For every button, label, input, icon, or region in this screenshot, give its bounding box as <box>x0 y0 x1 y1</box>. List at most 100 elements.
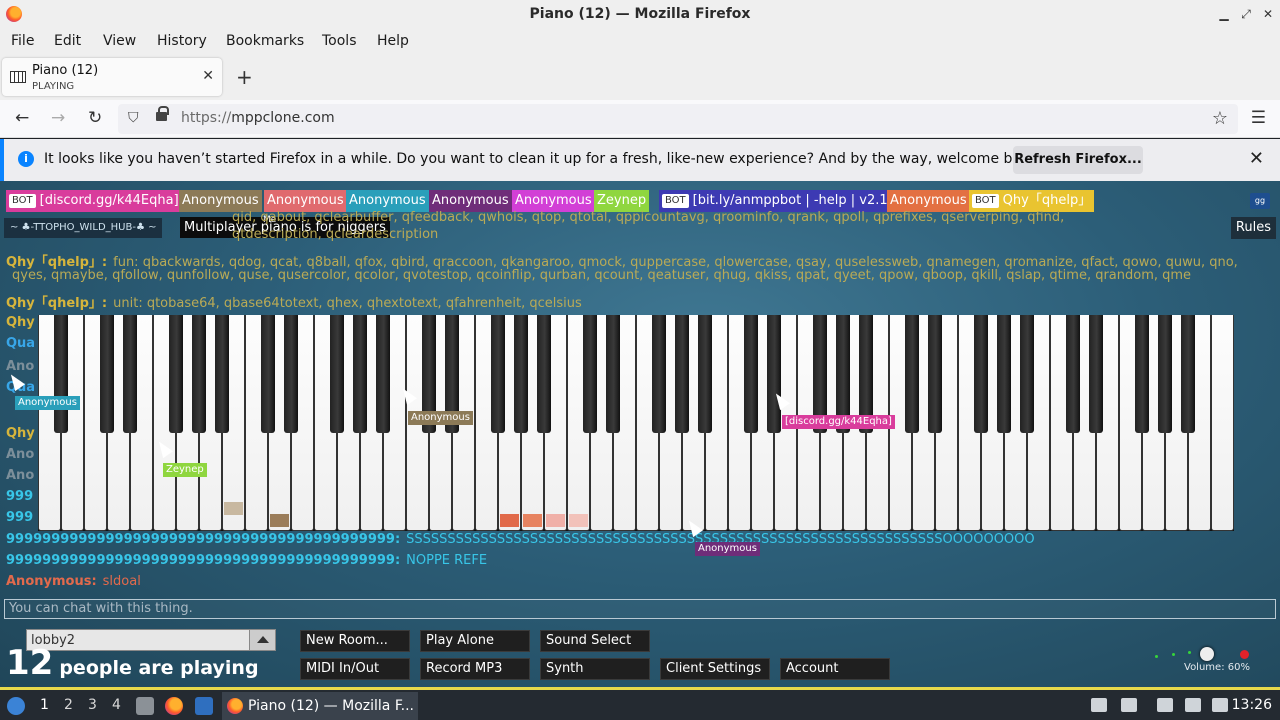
url-bar[interactable]: ⛉ https://mppclone.com ☆ <box>118 104 1238 134</box>
player-6[interactable]: Zeynep <box>594 190 650 212</box>
player-4[interactable]: Anonymous <box>429 190 512 212</box>
black-key[interactable] <box>261 315 275 433</box>
black-key[interactable] <box>1158 315 1172 433</box>
black-key[interactable] <box>606 315 620 433</box>
black-key[interactable] <box>997 315 1011 433</box>
taskbar-firefox-window[interactable]: Piano (12) — Mozilla F... <box>222 692 418 720</box>
player-5[interactable]: Anonymous <box>512 190 595 212</box>
black-key[interactable] <box>353 315 367 433</box>
firefox-launcher-icon[interactable] <box>165 697 183 715</box>
white-key[interactable] <box>1211 315 1234 531</box>
new-room-button[interactable]: New Room... <box>300 630 410 652</box>
play-alone-button[interactable]: Play Alone <box>420 630 530 652</box>
black-key[interactable] <box>974 315 988 433</box>
black-key[interactable] <box>583 315 597 433</box>
terminal-icon[interactable] <box>195 697 213 715</box>
menu-bookmarks[interactable]: Bookmarks <box>226 33 304 49</box>
black-key[interactable] <box>744 315 758 433</box>
player-2[interactable]: Anonymous <box>264 190 347 212</box>
player-0[interactable]: BOT [discord.gg/k44Eqha] <box>6 190 182 212</box>
black-key[interactable] <box>905 315 919 433</box>
menu-help[interactable]: Help <box>377 33 409 49</box>
black-key[interactable] <box>928 315 942 433</box>
volume-control[interactable]: Volume: 60% <box>1150 643 1250 677</box>
tracking-shield-icon[interactable]: ⛉ <box>128 110 139 126</box>
new-tab-icon[interactable]: + <box>236 65 253 89</box>
file-manager-icon[interactable] <box>136 697 154 715</box>
player-7[interactable]: BOT [bit.ly/anmppbot | -help | v2.1] <box>659 190 896 212</box>
refresh-firefox-button[interactable]: Refresh Firefox... <box>1013 146 1143 174</box>
menu-tools[interactable]: Tools <box>322 33 357 49</box>
tab-piano[interactable]: Piano (12) PLAYING ✕ <box>2 58 222 96</box>
black-key[interactable] <box>1066 315 1080 433</box>
black-key[interactable] <box>767 315 781 433</box>
maximize-icon[interactable]: ⤢ <box>1236 4 1256 24</box>
record-mp3-button[interactable]: Record MP3 <box>420 658 530 680</box>
black-key[interactable] <box>652 315 666 433</box>
minimize-icon[interactable]: ▁ <box>1214 4 1234 24</box>
speaker-icon[interactable] <box>1121 698 1137 712</box>
forward-icon[interactable]: → <box>51 108 65 128</box>
network-icon[interactable] <box>1212 698 1228 712</box>
sound-select-button[interactable]: Sound Select <box>540 630 650 652</box>
workspace-2[interactable]: 2 <box>64 697 73 713</box>
synth-button[interactable]: Synth <box>540 658 650 680</box>
lock-icon[interactable] <box>156 106 169 121</box>
workspace-3[interactable]: 3 <box>88 697 97 713</box>
player-name: [bit.ly/anmppbot | -help | v2.1] <box>692 193 893 208</box>
note-highlight <box>224 502 243 515</box>
gg-icon[interactable]: gg <box>1250 193 1270 209</box>
clipboard-icon[interactable] <box>1157 698 1173 712</box>
player-8[interactable]: Anonymous <box>887 190 970 212</box>
black-key[interactable] <box>215 315 229 433</box>
menu-history[interactable]: History <box>157 33 207 49</box>
black-key[interactable] <box>491 315 505 433</box>
piano-keyboard[interactable] <box>38 315 1234 531</box>
black-key[interactable] <box>1135 315 1149 433</box>
workspace-1[interactable]: 1 <box>40 697 49 713</box>
black-key[interactable] <box>675 315 689 433</box>
rules-button[interactable]: Rules <box>1230 217 1276 239</box>
display-icon[interactable] <box>1185 698 1201 712</box>
close-window-icon[interactable]: ✕ <box>1258 4 1278 24</box>
black-key[interactable] <box>284 315 298 433</box>
url-text[interactable]: https://mppclone.com <box>181 110 335 126</box>
black-key[interactable] <box>54 315 68 433</box>
black-key[interactable] <box>1089 315 1103 433</box>
close-notification-icon[interactable]: ✕ <box>1249 148 1264 169</box>
black-key[interactable] <box>192 315 206 433</box>
black-key[interactable] <box>698 315 712 433</box>
menu-file[interactable]: File <box>11 33 34 49</box>
black-key[interactable] <box>100 315 114 433</box>
workspace-4[interactable]: 4 <box>112 697 121 713</box>
bookmark-star-icon[interactable]: ☆ <box>1212 108 1228 129</box>
black-key[interactable] <box>537 315 551 433</box>
menu-view[interactable]: View <box>103 33 136 49</box>
black-key[interactable] <box>1181 315 1195 433</box>
player-name: Anonymous <box>349 193 426 208</box>
chat-input[interactable]: You can chat with this thing. <box>4 599 1276 619</box>
menu-hamburger-icon[interactable]: ☰ <box>1251 108 1266 128</box>
player-name: Zeynep <box>597 193 647 208</box>
chat-name-fragment: Qua <box>6 336 36 351</box>
client-settings-button[interactable]: Client Settings <box>660 658 770 680</box>
black-key[interactable] <box>123 315 137 433</box>
player-3[interactable]: Anonymous <box>346 190 429 212</box>
start-menu-icon[interactable] <box>7 697 25 715</box>
close-tab-icon[interactable]: ✕ <box>202 68 214 84</box>
chat-name-fragment: Ano <box>6 447 35 462</box>
reload-icon[interactable]: ↻ <box>88 108 102 128</box>
black-key[interactable] <box>169 315 183 433</box>
account-button[interactable]: Account <box>780 658 890 680</box>
back-icon[interactable]: ← <box>15 108 29 128</box>
tray-arrow-icon[interactable] <box>1091 698 1107 712</box>
volume-knob[interactable] <box>1200 647 1214 661</box>
black-key[interactable] <box>514 315 528 433</box>
black-key[interactable] <box>1020 315 1034 433</box>
black-key[interactable] <box>376 315 390 433</box>
black-key[interactable] <box>330 315 344 433</box>
player-9[interactable]: BOT Qhy「qhelp」 <box>969 190 1095 212</box>
midi-in-out-button[interactable]: MIDI In/Out <box>300 658 410 680</box>
player-1[interactable]: Anonymous <box>179 190 262 212</box>
menu-edit[interactable]: Edit <box>54 33 81 49</box>
